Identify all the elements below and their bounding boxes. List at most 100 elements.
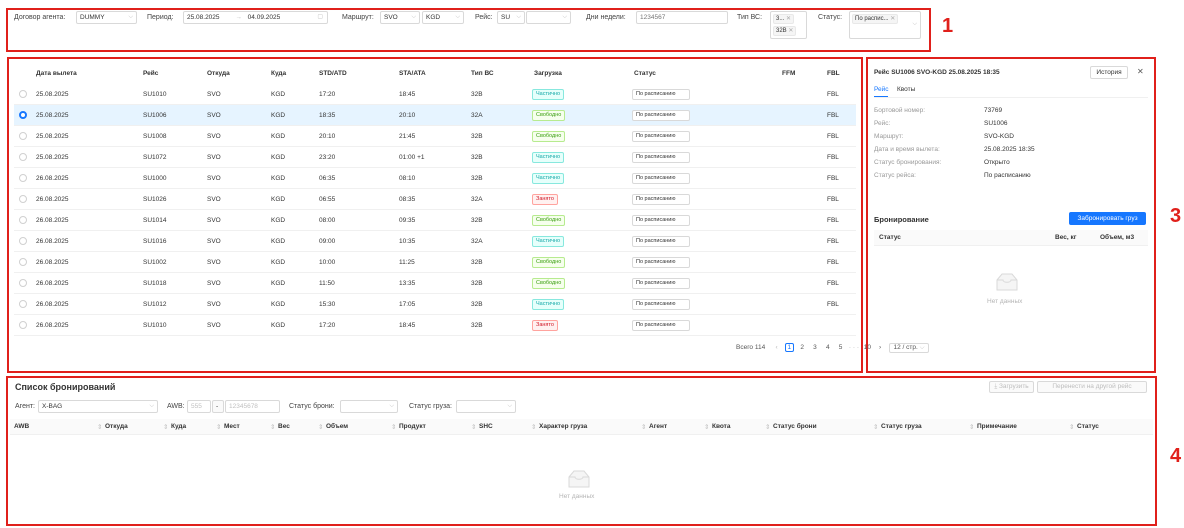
page-5[interactable]: 5 — [836, 344, 845, 351]
bookings-col-header[interactable]: Объем — [326, 423, 348, 430]
move-to-other-flight-button[interactable]: Перенести на другой рейс — [1037, 381, 1147, 393]
awb-number-input[interactable]: 12345678 — [225, 400, 280, 413]
cell-fbl: FBL — [827, 301, 839, 308]
row-radio[interactable] — [19, 237, 27, 245]
bookings-section: Список бронирований ⤓ Загрузить Перенест… — [6, 376, 1157, 526]
close-icon[interactable]: ✕ — [890, 16, 895, 22]
table-row[interactable]: 26.08.2025 SU1010 SVO KGD 17:20 18:45 32B Занят… — [14, 315, 856, 336]
agent-contract-select[interactable]: DUMMY ⌵ — [76, 11, 137, 24]
bookings-col-header[interactable]: Статус — [1077, 423, 1099, 430]
close-icon[interactable]: ✕ — [1137, 67, 1144, 76]
route-to-select[interactable]: KGD ⌵ — [422, 11, 464, 24]
row-radio[interactable] — [19, 258, 27, 266]
row-radio[interactable] — [19, 195, 27, 203]
aircraft-type-select[interactable]: 3... ✕ 32B ✕ — [770, 11, 807, 39]
sort-icon[interactable]: ⇕ — [163, 423, 168, 431]
flight-prefix-select[interactable]: SU ⌵ — [497, 11, 525, 24]
bookings-col-header[interactable]: Характер груза — [539, 423, 587, 430]
sort-icon[interactable]: ⇕ — [97, 423, 102, 431]
page-4[interactable]: 4 — [823, 344, 832, 351]
cell-from: SVO — [207, 112, 221, 119]
cell-std: 17:20 — [319, 91, 336, 98]
period-range-picker[interactable]: 25.08.2025 → 04.09.2025 ▢ — [183, 11, 328, 24]
table-row[interactable]: 26.08.2025 SU1002 SVO KGD 10:00 11:25 32B Свобо… — [14, 252, 856, 273]
row-radio[interactable] — [19, 174, 27, 182]
close-icon[interactable]: ✕ — [786, 16, 791, 22]
cell-date: 26.08.2025 — [36, 301, 69, 308]
sort-icon[interactable]: ⇕ — [641, 423, 646, 431]
sort-icon[interactable]: ⇕ — [318, 423, 323, 431]
bookings-col-header[interactable]: SHC — [479, 423, 493, 430]
table-row[interactable]: 25.08.2025 SU1006 SVO KGD 18:35 20:10 32A Свобо… — [14, 105, 856, 126]
cell-fbl: FBL — [827, 196, 839, 203]
close-icon[interactable]: ✕ — [788, 28, 793, 34]
aircraft-type-tag[interactable]: 3... ✕ — [773, 14, 795, 24]
sort-icon[interactable]: ⇕ — [704, 423, 709, 431]
upload-icon: ⤓ — [994, 383, 998, 390]
sort-icon[interactable]: ⇕ — [1069, 423, 1074, 431]
sort-icon[interactable]: ⇕ — [270, 423, 275, 431]
table-row[interactable]: 25.08.2025 SU1008 SVO KGD 20:10 21:45 32B Свобо… — [14, 126, 856, 147]
row-radio[interactable] — [19, 153, 27, 161]
cell-flight: SU1008 — [143, 133, 167, 140]
row-radio[interactable] — [19, 300, 27, 308]
table-row[interactable]: 25.08.2025 SU1072 SVO KGD 23:20 01:00 +1 32B Ча… — [14, 147, 856, 168]
upload-button[interactable]: ⤓ Загрузить — [989, 381, 1034, 393]
bookings-col-header[interactable]: Статус брони — [773, 423, 817, 430]
table-row[interactable]: 26.08.2025 SU1016 SVO KGD 09:00 10:35 32A Части… — [14, 231, 856, 252]
cargo-status-select[interactable]: ⌵ — [456, 400, 516, 413]
history-button[interactable]: История — [1090, 66, 1128, 79]
bookings-col-header[interactable]: Примечание — [977, 423, 1017, 430]
sort-icon[interactable]: ⇕ — [216, 423, 221, 431]
table-row[interactable]: 26.08.2025 SU1018 SVO KGD 11:50 13:35 32B Свобо… — [14, 273, 856, 294]
status-label: Статус: — [818, 14, 843, 21]
booking-status-select[interactable]: ⌵ — [340, 400, 398, 413]
table-row[interactable]: 25.08.2025 SU1010 SVO KGD 17:20 18:45 32B Части… — [14, 84, 856, 105]
sort-icon[interactable]: ⇕ — [531, 423, 536, 431]
row-radio[interactable] — [19, 321, 27, 329]
row-radio[interactable] — [19, 111, 27, 119]
table-row[interactable]: 26.08.2025 SU1012 SVO KGD 15:30 17:05 32B Части… — [14, 294, 856, 315]
agent-select[interactable]: X-BAG ⌵ — [38, 400, 158, 413]
bookings-col-header[interactable]: Откуда — [105, 423, 128, 430]
bookings-col-header[interactable]: Статус груза — [881, 423, 922, 430]
sort-icon[interactable]: ⇕ — [471, 423, 476, 431]
weekdays-input[interactable] — [636, 11, 728, 24]
row-radio[interactable] — [19, 216, 27, 224]
total-count: Всего 114 — [736, 344, 766, 351]
sort-icon[interactable]: ⇕ — [969, 423, 974, 431]
page-2[interactable]: 2 — [798, 344, 807, 351]
sort-icon[interactable]: ⇕ — [391, 423, 396, 431]
status-tag[interactable]: По распис... ✕ — [852, 14, 899, 24]
row-radio[interactable] — [19, 132, 27, 140]
row-radio[interactable] — [19, 90, 27, 98]
page-ellipsis[interactable]: · · · — [849, 344, 859, 351]
tab-flight[interactable]: Рейс — [874, 86, 889, 93]
route-from-select[interactable]: SVO ⌵ — [380, 11, 420, 24]
bookings-col-header[interactable]: Куда — [171, 423, 186, 430]
table-row[interactable]: 26.08.2025 SU1014 SVO KGD 08:00 09:35 32B Свобо… — [14, 210, 856, 231]
bookings-col-header[interactable]: Вес — [278, 423, 290, 430]
page-1[interactable]: 1 — [784, 343, 794, 352]
bookings-col-header[interactable]: Продукт — [399, 423, 426, 430]
awb-prefix-input[interactable]: 555 — [187, 400, 211, 413]
cell-flight: SU1072 — [143, 154, 167, 161]
bookings-col-header[interactable]: AWB — [14, 423, 29, 430]
flight-number-select[interactable]: ⌵ — [526, 11, 571, 24]
tab-quotas[interactable]: Квоты — [897, 86, 915, 93]
page-3[interactable]: 3 — [810, 344, 819, 351]
load-badge: Занято — [532, 194, 558, 205]
bookings-col-header[interactable]: Квота — [712, 423, 730, 430]
status-select[interactable]: По распис... ✕ ⌵ — [849, 11, 921, 39]
table-row[interactable]: 26.08.2025 SU1026 SVO KGD 06:55 08:35 32A Занят… — [14, 189, 856, 210]
row-radio[interactable] — [19, 279, 27, 287]
prev-page-button[interactable]: ‹ — [772, 344, 781, 351]
aircraft-type-tag[interactable]: 32B ✕ — [773, 26, 797, 36]
book-cargo-button[interactable]: Забронировать груз — [1069, 212, 1146, 225]
table-row[interactable]: 26.08.2025 SU1000 SVO KGD 06:35 08:10 32B Части… — [14, 168, 856, 189]
bookings-col-header[interactable]: Мест — [224, 423, 240, 430]
load-badge: Свободно — [532, 110, 566, 121]
sort-icon[interactable]: ⇕ — [873, 423, 878, 431]
sort-icon[interactable]: ⇕ — [765, 423, 770, 431]
bookings-col-header[interactable]: Агент — [649, 423, 667, 430]
